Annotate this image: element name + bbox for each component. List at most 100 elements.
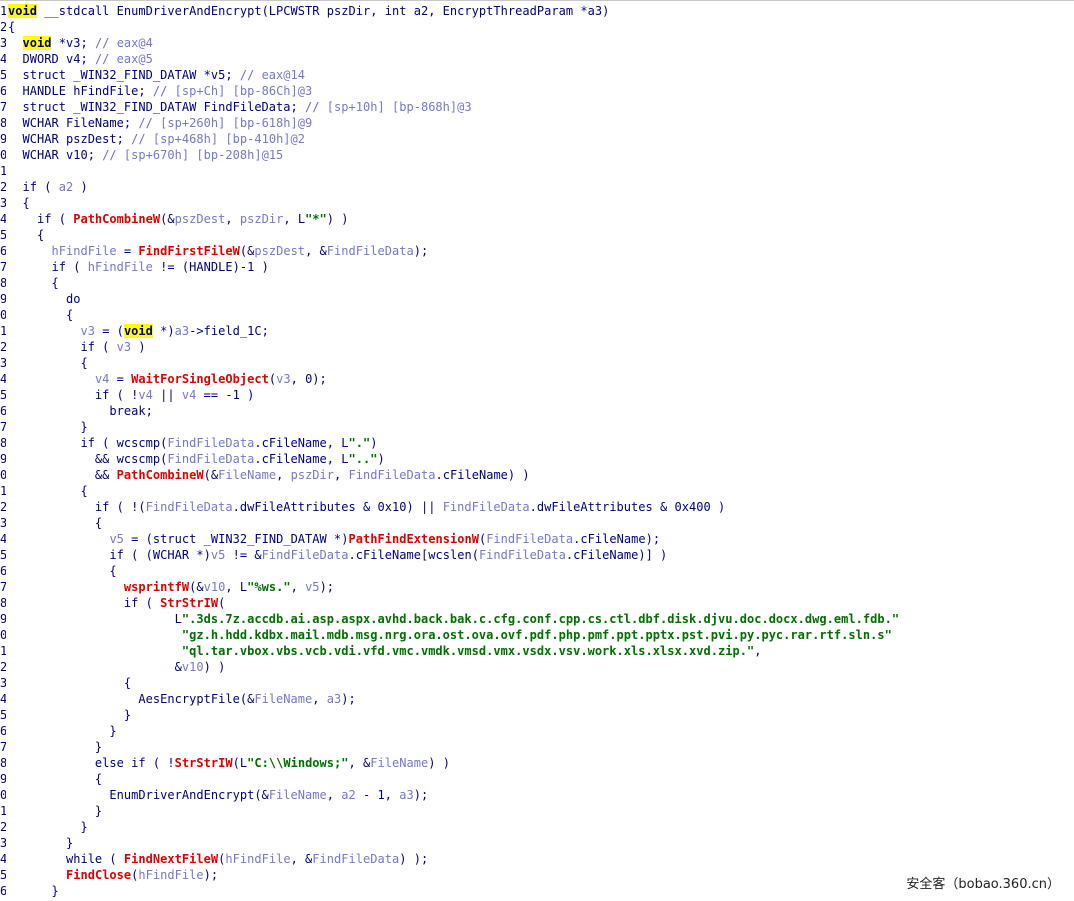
code-token-var: pszDir [239, 212, 284, 226]
code-token-plain: .cFileName, L [254, 436, 349, 450]
code-text: L".3ds.7z.accdb.ai.asp.aspx.avhd.back.ba… [8, 611, 899, 627]
code-token-plain: (& [239, 244, 255, 258]
code-token-plain: WCHAR FileName; [8, 116, 139, 130]
code-text: EnumDriverAndEncrypt(&FileName, a2 - 1, … [8, 787, 428, 803]
code-token-var: FindFileData [167, 436, 255, 450]
code-token-func: PathFindExtensionW [348, 532, 479, 546]
line-number: 2 [0, 499, 6, 515]
decompiler-code-view[interactable]: 1void __stdcall EnumDriverAndEncrypt(LPC… [0, 0, 1074, 901]
code-token-func: StrStrIW [160, 596, 219, 610]
code-token-plain: { [8, 276, 59, 290]
line-number: 4 [0, 51, 6, 67]
code-token-str: ".3ds.7z.accdb.ai.asp.aspx.avhd.back.bak… [181, 612, 900, 626]
code-token-plain: , [326, 788, 342, 802]
code-token-var: FindFileData [348, 468, 436, 482]
code-text: WCHAR v10; // [sp+670h] [bp-208h]@15 [8, 147, 283, 163]
code-token-plain: if ( [8, 596, 161, 610]
line-number: 1 [0, 803, 6, 819]
code-text: void *v3; // eax@4 [8, 35, 153, 51]
code-token-plain: , 0); [290, 372, 327, 386]
code-text: } [8, 739, 102, 755]
code-token-plain: { [8, 516, 103, 530]
code-text: { [8, 675, 131, 691]
code-token-plain: = ( [94, 324, 124, 338]
line-number: 7 [0, 259, 6, 275]
code-token-plain: ( [268, 372, 277, 386]
code-token-plain: = [116, 244, 139, 258]
code-token-var: FindFileData [145, 500, 233, 514]
code-token-var: FileName [370, 756, 429, 770]
code-text: hFindFile = FindFirstFileW(&pszDest, &Fi… [8, 243, 428, 259]
code-token-str: "C:\\Windows;" [247, 756, 349, 770]
code-token-plain: } [8, 836, 74, 850]
line-number: 6 [0, 243, 6, 259]
code-token-plain: ); [413, 244, 429, 258]
code-token-plain: ->field_1C; [189, 324, 269, 338]
line-number: 3 [0, 35, 6, 51]
code-token-plain: if ( !( [8, 500, 146, 514]
code-token-plain: .cFileName, L [254, 452, 349, 466]
code-token-var: v3 [276, 372, 291, 386]
line-number: 8 [0, 755, 6, 771]
code-token-var: FileName [218, 468, 277, 482]
code-token-func: wsprintfW [123, 580, 190, 594]
code-token-plain: .dwFileAttributes & 0x10) || [232, 500, 443, 514]
code-token-var: a3 [326, 692, 342, 706]
code-text: && PathCombineW(&FileName, pszDir, FindF… [8, 467, 530, 483]
code-text: if ( StrStrIW( [8, 595, 225, 611]
code-token-plain: if ( [8, 340, 117, 354]
code-token-plain: break; [8, 404, 153, 418]
line-number: 4 [0, 211, 6, 227]
code-token-var: v4 [138, 388, 153, 402]
code-token-str: ".." [348, 452, 378, 466]
code-text: && wcscmp(FindFileData.cFileName, L"..") [8, 451, 385, 467]
code-text: if ( wcscmp(FindFileData.cFileName, L"."… [8, 435, 378, 451]
line-number: 7 [0, 99, 6, 115]
code-token-var: v3 [116, 340, 132, 354]
code-token-plain: } [8, 420, 88, 434]
line-number: 3 [0, 835, 6, 851]
code-token-var: v10 [203, 580, 226, 594]
code-token-plain: { [8, 356, 88, 370]
code-token-plain: , [312, 692, 327, 706]
code-token-plain: , L [283, 212, 306, 226]
code-token-var: v4 [94, 372, 110, 386]
code-text: AesEncryptFile(&FileName, a3); [8, 691, 356, 707]
code-token-var: FileName [254, 692, 313, 706]
code-text: DWORD v4; // eax@5 [8, 51, 153, 67]
code-token-var: [sp+670h] [bp-208h]@15 [123, 148, 284, 162]
code-token-plain: || [152, 388, 182, 402]
code-token-plain: ) [73, 180, 88, 194]
line-number: 3 [0, 675, 6, 691]
code-token-cmt: // [152, 84, 175, 98]
code-token-func: PathCombineW [73, 212, 161, 226]
code-text: else if ( !StrStrIW(L"C:\\Windows;", &Fi… [8, 755, 450, 771]
code-token-plain: L [8, 612, 182, 626]
code-text: { [8, 227, 44, 243]
code-token-plain: ); [341, 692, 356, 706]
code-token-var: eax@4 [116, 36, 153, 50]
line-number: 2 [0, 19, 6, 35]
code-text: } [8, 419, 88, 435]
code-token-plain: .cFileName)] ) [565, 548, 668, 562]
code-token-str: "ql.tar.vbox.vbs.vcb.vdi.vfd.vmc.vmdk.vm… [181, 644, 755, 658]
code-text: struct _WIN32_FIND_DATAW *v5; // eax@14 [8, 67, 305, 83]
code-token-plain: ) ) [428, 756, 450, 770]
code-text: { [8, 275, 59, 291]
code-token-plain: { [8, 564, 117, 578]
line-number: 1 [0, 323, 6, 339]
code-token-var: FindFileData [261, 548, 349, 562]
line-number: 0 [0, 307, 6, 323]
code-token-var: pszDir [290, 468, 335, 482]
code-token-var: v3 [80, 324, 95, 338]
code-token-plain: } [8, 820, 88, 834]
line-number: 5 [0, 867, 6, 883]
code-token-plain: && wcscmp( [8, 452, 168, 466]
code-token-plain: (& [189, 580, 204, 594]
line-number: 7 [0, 419, 6, 435]
code-token-plain: if ( [8, 180, 59, 194]
code-text: WCHAR FileName; // [sp+260h] [bp-618h]@9 [8, 115, 312, 131]
